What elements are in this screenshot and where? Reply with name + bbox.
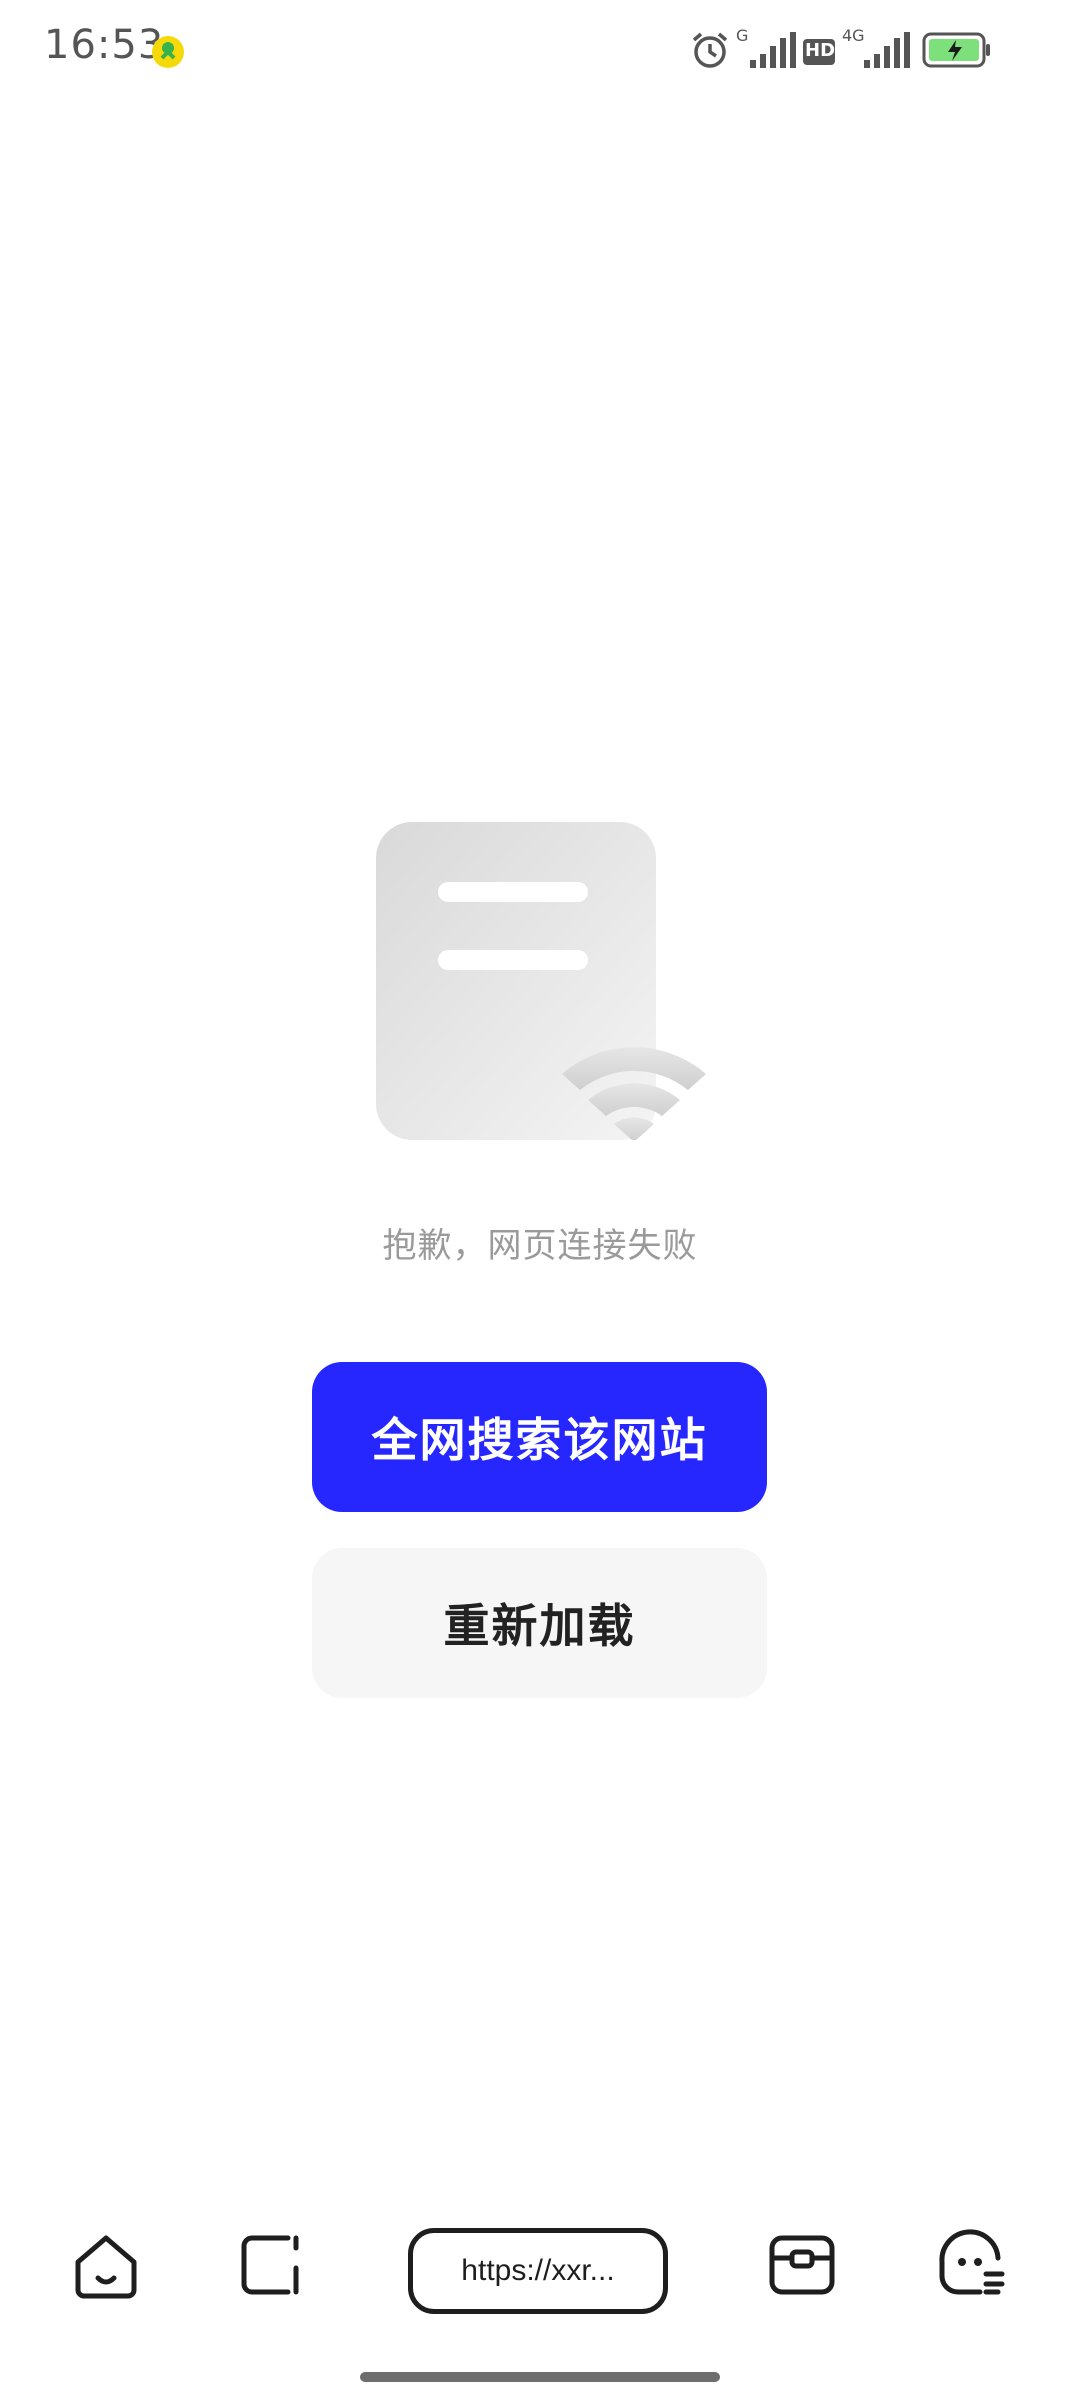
assistant-icon[interactable] — [936, 2228, 1008, 2300]
tabs-icon[interactable] — [236, 2228, 308, 2300]
home-indicator[interactable] — [360, 2372, 720, 2382]
home-icon[interactable] — [70, 2228, 142, 2300]
error-message: 抱歉，网页连接失败 — [382, 1226, 698, 1266]
url-bar[interactable]: https://xxr... — [408, 2228, 668, 2314]
status-icons: G HD 4G — [690, 26, 1020, 72]
status-time: 16:53 — [44, 22, 165, 68]
signal-label-g: G — [736, 26, 749, 45]
status-bar: 16:53 G HD 4G — [0, 0, 1080, 96]
signal-icon — [750, 32, 796, 68]
toolbox-icon[interactable] — [766, 2228, 838, 2300]
hd-label: HD — [805, 40, 836, 61]
battery-charging-icon — [922, 32, 990, 68]
screen: 16:53 G HD 4G 抱歉，网页连接失败 全网搜索该网站 重新加载 htt… — [0, 0, 1080, 2408]
page-offline-icon — [376, 822, 706, 1140]
reload-button[interactable]: 重新加载 — [312, 1548, 767, 1698]
alarm-icon — [692, 32, 728, 68]
search-web-button[interactable]: 全网搜索该网站 — [312, 1362, 767, 1512]
bottom-nav: https://xxr... — [0, 2220, 1080, 2320]
signal-4g-icon — [864, 32, 910, 68]
app-notification-icon — [152, 36, 184, 68]
